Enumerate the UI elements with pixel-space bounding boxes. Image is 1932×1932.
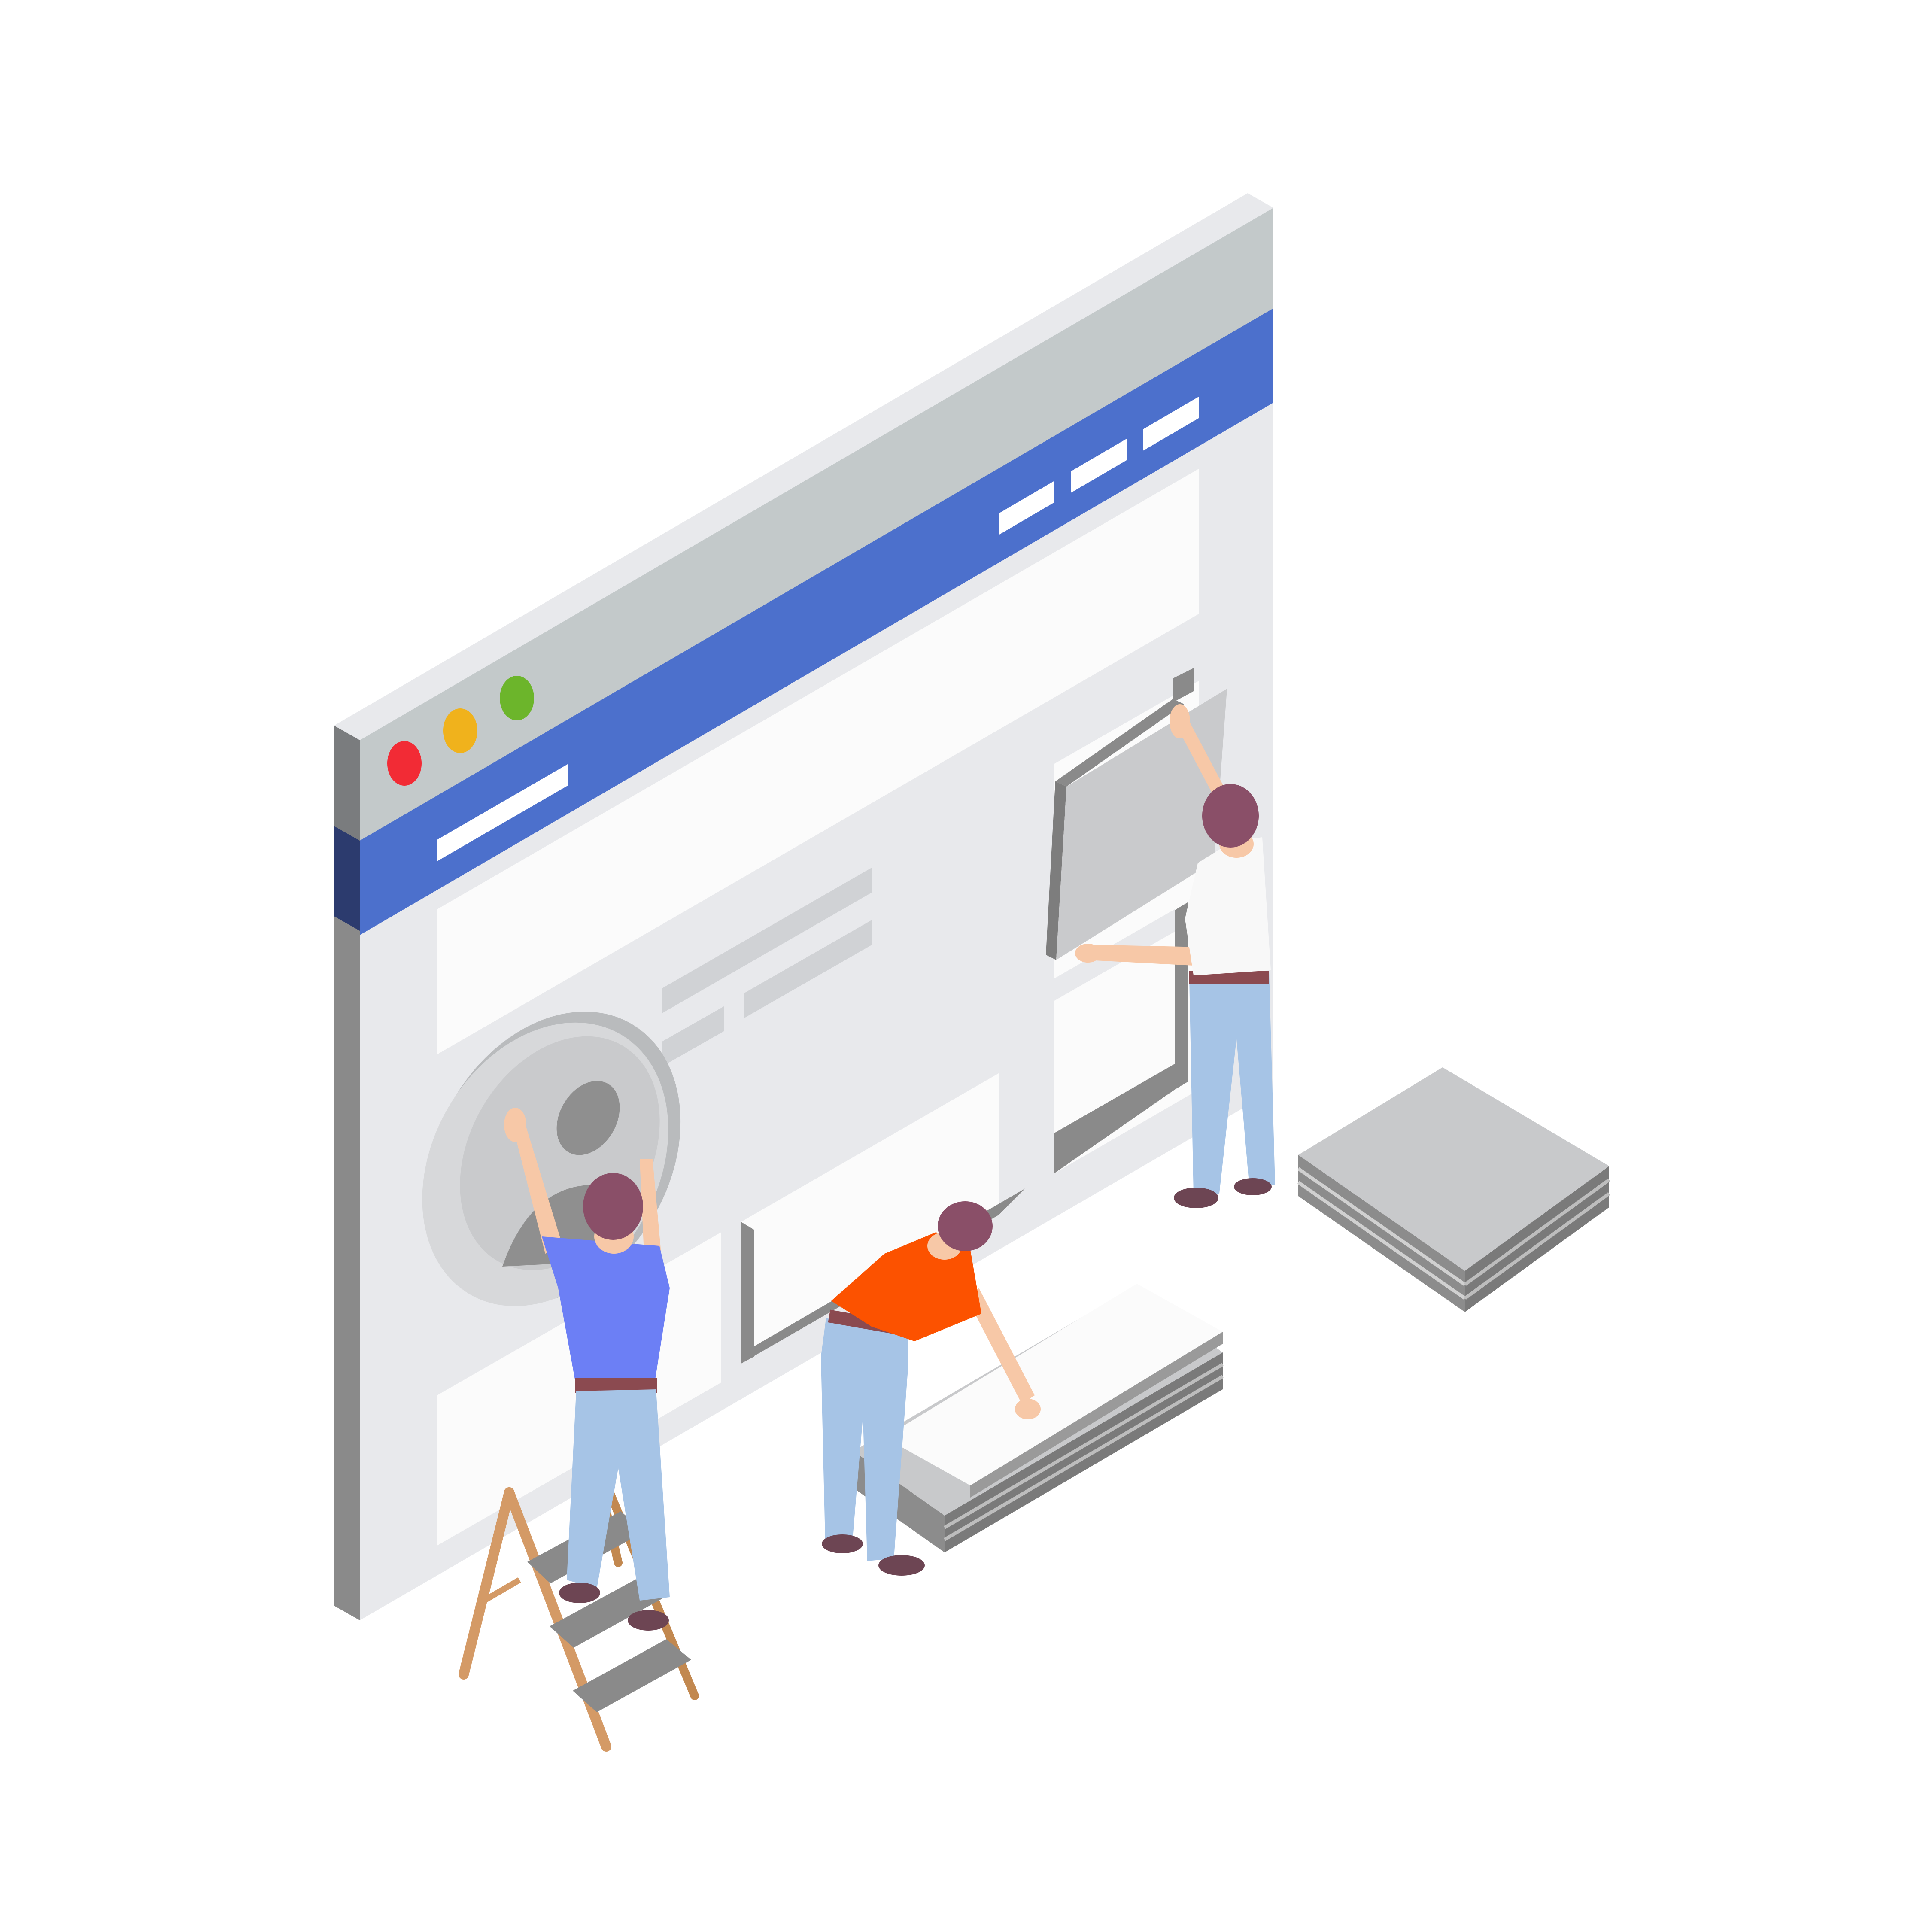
worker-jeans bbox=[567, 1389, 670, 1601]
worker-head bbox=[938, 1201, 993, 1251]
worker-shoe bbox=[559, 1583, 600, 1603]
worker-hand bbox=[1170, 704, 1190, 738]
worker-hand bbox=[1015, 1399, 1041, 1419]
worker-shoe bbox=[822, 1534, 863, 1553]
worker-head bbox=[583, 1173, 643, 1240]
close-dot[interactable] bbox=[387, 741, 422, 786]
maximize-dot[interactable] bbox=[500, 676, 534, 720]
worker-head bbox=[1202, 784, 1259, 848]
worker-shoe bbox=[628, 1610, 669, 1631]
browser-frame-left-title-side bbox=[334, 726, 360, 841]
worker-hand bbox=[1075, 944, 1101, 963]
card-slot-middle-left-inner bbox=[741, 1222, 754, 1364]
worker-jeans bbox=[821, 1318, 908, 1561]
worker-hand bbox=[504, 1108, 526, 1142]
worker-shoe bbox=[878, 1555, 925, 1576]
browser-frame-left-nav-side bbox=[334, 826, 360, 931]
minimize-dot[interactable] bbox=[443, 708, 477, 753]
worker-shoe bbox=[1234, 1178, 1272, 1195]
card-slot-right-vert bbox=[1175, 902, 1188, 1090]
isometric-website-construction-illustration bbox=[334, 193, 1610, 1752]
worker-shoe bbox=[1174, 1188, 1218, 1208]
ladder-step bbox=[573, 1639, 691, 1712]
